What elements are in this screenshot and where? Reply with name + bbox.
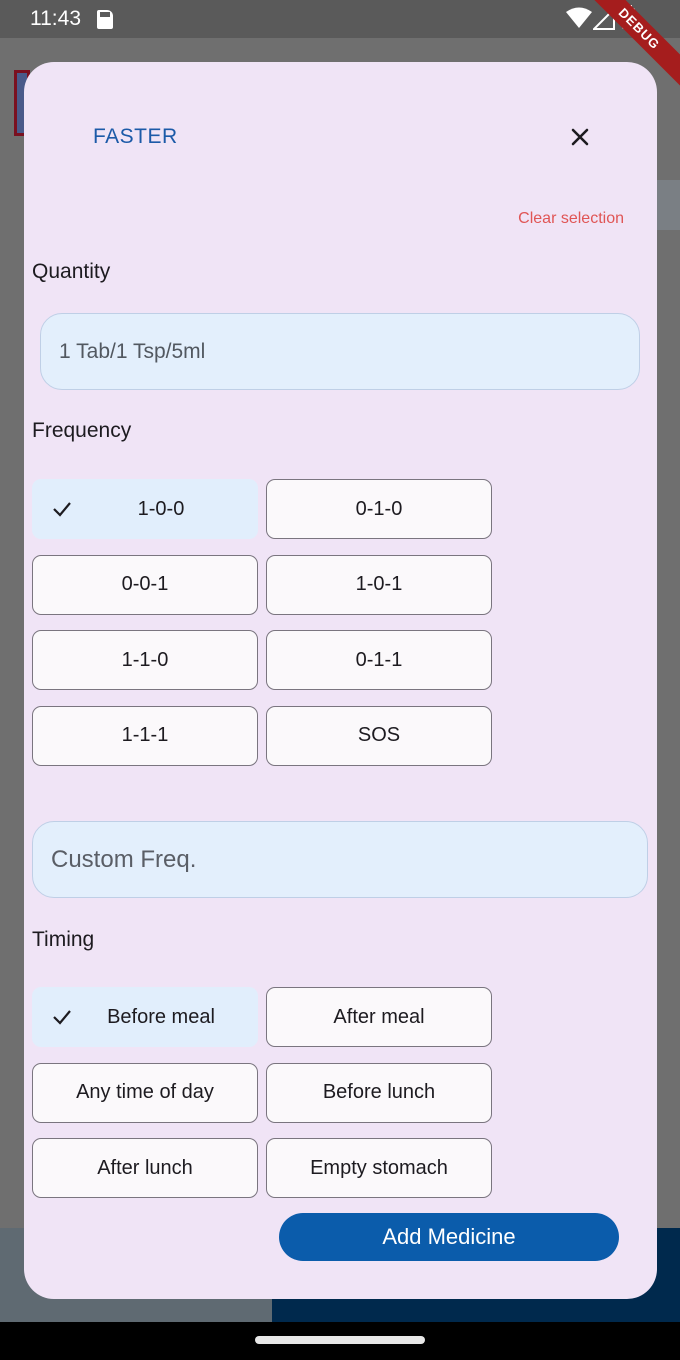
frequency-chip-label: 0-1-0 [355, 497, 403, 520]
custom-frequency-placeholder: Custom Freq. [51, 845, 197, 873]
timing-chip[interactable]: Before lunch [266, 1062, 492, 1123]
timing-chip-label: Empty stomach [310, 1156, 448, 1179]
frequency-chip[interactable]: 1-1-0 [32, 630, 258, 690]
quantity-label: Quantity [32, 260, 111, 283]
sd-card-icon [97, 10, 113, 29]
frequency-chip[interactable]: 0-0-1 [32, 554, 258, 615]
timing-chip-label: Any time of day [76, 1081, 214, 1103]
medicine-dialog: FASTER Clear selection Quantity 1 Tab/1 … [24, 62, 657, 1299]
frequency-chip-label: 1-1-1 [121, 724, 169, 746]
navigation-bar [0, 1322, 680, 1360]
timing-label: Timing [32, 928, 95, 951]
timing-chip[interactable]: After meal [266, 987, 492, 1047]
timing-chip-label: After meal [333, 1005, 425, 1028]
dialog-title: FASTER [93, 125, 178, 148]
frequency-label: Frequency [32, 419, 132, 442]
background-edge [656, 180, 680, 230]
close-icon[interactable] [565, 122, 595, 152]
wifi-icon [566, 7, 592, 28]
add-medicine-button[interactable]: Add Medicine [279, 1213, 619, 1261]
check-icon [53, 502, 71, 517]
frequency-chip[interactable]: 1-0-0 [32, 479, 258, 539]
frequency-chip[interactable]: 1-1-1 [32, 705, 258, 766]
frequency-chip-label: 1-0-0 [137, 497, 185, 520]
timing-chip[interactable]: Before meal [32, 987, 258, 1047]
timing-chip[interactable]: Any time of day [32, 1062, 258, 1123]
frequency-chip[interactable]: 0-1-0 [266, 479, 492, 539]
frequency-chip[interactable]: 0-1-1 [266, 630, 492, 690]
frequency-chip[interactable]: 1-0-1 [266, 554, 492, 615]
status-time: 11:43 [30, 7, 81, 30]
quantity-field[interactable]: 1 Tab/1 Tsp/5ml [40, 313, 640, 390]
custom-frequency-field[interactable]: Custom Freq. [32, 821, 648, 898]
timing-chip-label: Before lunch [322, 1081, 436, 1103]
home-handle[interactable] [255, 1336, 425, 1344]
timing-chip-label: After lunch [97, 1156, 193, 1179]
timing-chip-label: Before meal [107, 1005, 215, 1028]
frequency-chip-label: SOS [357, 724, 401, 746]
quantity-value: 1 Tab/1 Tsp/5ml [59, 339, 206, 363]
frequency-chip-label: 1-1-0 [121, 648, 169, 671]
clear-selection-link[interactable]: Clear selection [518, 210, 624, 228]
frequency-chip-label: 1-0-1 [355, 573, 403, 595]
timing-chip[interactable]: Empty stomach [266, 1138, 492, 1198]
frequency-chip[interactable]: SOS [266, 705, 492, 766]
timing-chip[interactable]: After lunch [32, 1138, 258, 1198]
status-bar: 11:43 DEBUG [0, 0, 680, 90]
frequency-chip-label: 0-0-1 [121, 573, 169, 595]
frequency-chip-label: 0-1-1 [355, 648, 403, 671]
check-icon [53, 1010, 71, 1025]
